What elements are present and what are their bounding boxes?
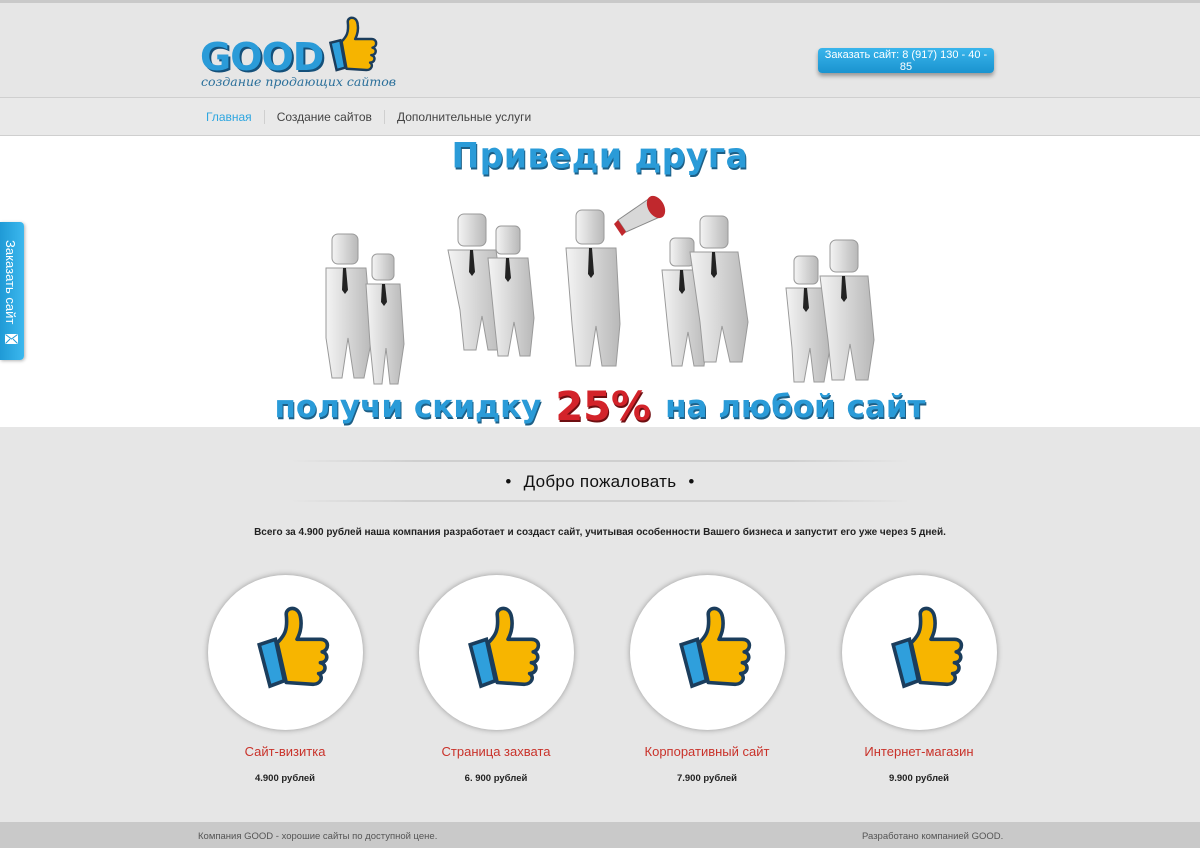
divider-top xyxy=(290,460,910,462)
welcome-section: • Добро пожаловать • xyxy=(290,458,910,506)
welcome-heading: • Добро пожаловать • xyxy=(290,472,910,492)
welcome-title: Добро пожаловать xyxy=(523,472,677,491)
promo-banner: Приведи друга получи скидку 25% на любой… xyxy=(0,136,1200,427)
product-price: 6. 900 рублей xyxy=(464,773,528,784)
welcome-dot-right: • xyxy=(688,472,695,491)
welcome-dot-left: • xyxy=(505,472,512,491)
envelope-icon xyxy=(5,334,18,344)
nav-item-additional-services[interactable]: Дополнительные услуги xyxy=(385,110,543,124)
product-card-online-store[interactable]: Интернет-магазин 9.900 рублей xyxy=(834,575,1004,784)
side-tab-label: Заказать сайт xyxy=(3,240,18,325)
product-card-corporate-site[interactable]: Корпоративный сайт 7.900 рублей xyxy=(622,575,792,784)
product-price: 4.900 рублей xyxy=(254,773,316,784)
product-price: 7.900 рублей xyxy=(676,773,738,784)
banner-subtitle: получи скидку 25% на любой сайт xyxy=(0,384,1200,427)
thumbs-up-icon xyxy=(256,606,329,689)
banner-title: Приведи друга xyxy=(451,136,749,176)
logo-tagline: создание продающих сайтов xyxy=(201,74,397,89)
product-price: 9.900 рублей xyxy=(888,773,950,784)
thumbs-up-icon xyxy=(678,606,751,689)
product-circle xyxy=(418,575,574,730)
site-footer: Компания GOOD - хорошие сайты по доступн… xyxy=(0,822,1200,848)
footer-company-text: Компания GOOD - хорошие сайты по доступн… xyxy=(198,831,438,842)
logo-wordmark: GOOD xyxy=(200,35,324,79)
thumbs-up-icon xyxy=(328,16,378,72)
product-card-capture-page[interactable]: Страница захвата 6. 900 рублей xyxy=(411,575,581,784)
order-site-side-tab[interactable]: Заказать сайт xyxy=(0,222,24,360)
thumbs-up-icon xyxy=(890,606,963,689)
nav-item-home[interactable]: Главная xyxy=(200,110,265,124)
footer-developer-text: Разработано компанией GOOD. xyxy=(862,831,1004,842)
product-title[interactable]: Интернет-магазин xyxy=(834,744,1004,759)
site-logo[interactable]: GOOD создание продающих сайтов xyxy=(200,13,396,93)
main-nav: Главная Создание сайтов Дополнительные у… xyxy=(0,97,1200,136)
divider-bottom xyxy=(290,500,910,502)
site-header: GOOD создание продающих сайтов Заказать … xyxy=(0,0,1200,97)
product-title[interactable]: Сайт-визитка xyxy=(200,744,370,759)
banner-subtitle-after: на любой сайт xyxy=(665,389,926,425)
order-site-button[interactable]: Заказать сайт: 8 (917) 130 - 40 - 85 xyxy=(818,48,994,73)
intro-text: Всего за 4.900 рублей наша компания разр… xyxy=(254,527,946,538)
banner-subtitle-before: получи скидку xyxy=(274,389,542,425)
product-title[interactable]: Корпоративный сайт xyxy=(622,744,792,759)
discount-percent: 25% xyxy=(555,384,652,427)
product-circle xyxy=(841,575,997,730)
product-circle xyxy=(629,575,785,730)
thumbs-up-icon xyxy=(467,606,540,689)
nav-item-site-creation[interactable]: Создание сайтов xyxy=(265,110,385,124)
product-card-business-card-site[interactable]: Сайт-визитка 4.900 рублей xyxy=(200,575,370,784)
product-circle xyxy=(207,575,363,730)
product-title[interactable]: Страница захвата xyxy=(411,744,581,759)
nav-list: Главная Создание сайтов Дополнительные у… xyxy=(200,98,543,136)
